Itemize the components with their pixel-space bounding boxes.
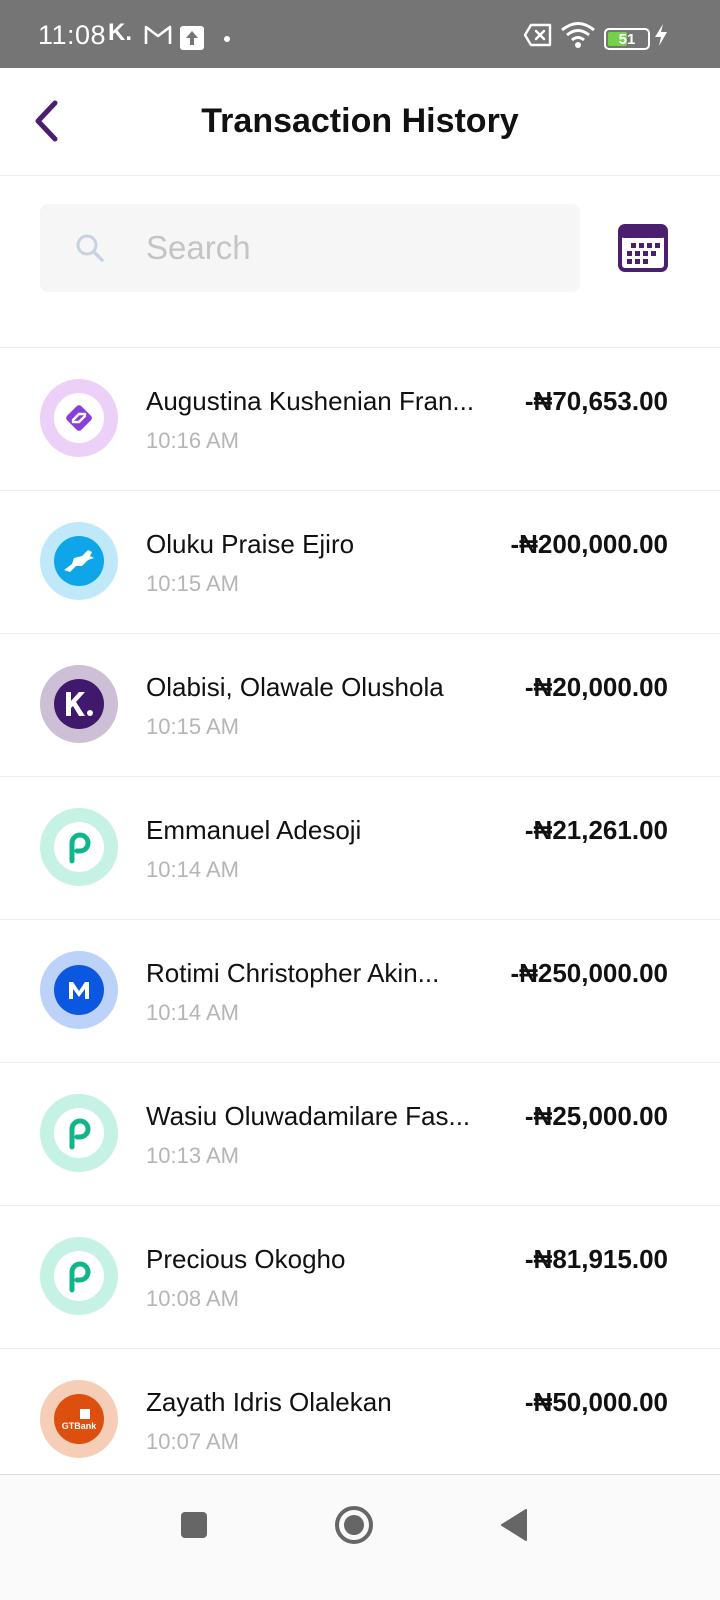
transaction-row[interactable]: Rotimi Christopher Akin... 10:14 AM -₦25… xyxy=(0,920,720,1063)
transaction-name: Rotimi Christopher Akin... xyxy=(146,958,440,988)
battery-icon: 51 xyxy=(604,28,650,50)
gtbank-logo-icon: GTBank xyxy=(40,1380,118,1458)
transaction-name: Oluku Praise Ejiro xyxy=(146,529,355,559)
transaction-time: 10:15 AM xyxy=(146,571,239,596)
transaction-time: 10:07 AM xyxy=(146,1429,239,1454)
palmpay-logo-icon xyxy=(40,1237,118,1315)
avatar-inner xyxy=(54,1251,104,1301)
calendar-icon xyxy=(618,224,668,272)
transaction-amount: -₦70,653.00 xyxy=(524,386,668,416)
transaction-time: 10:15 AM xyxy=(146,714,239,739)
transaction-row[interactable]: Oluku Praise Ejiro 10:15 AM -₦200,000.00 xyxy=(0,491,720,634)
home-icon xyxy=(335,1506,373,1544)
transaction-amount: -₦21,261.00 xyxy=(524,815,668,845)
page-title: Transaction History xyxy=(201,102,519,140)
app-header: Transaction History xyxy=(0,68,720,176)
transaction-name: Olabisi, Olawale Olushola xyxy=(146,672,444,702)
transaction-amount: -₦200,000.00 xyxy=(510,529,668,559)
transaction-time: 10:14 AM xyxy=(146,857,239,882)
avatar-inner: GTBank xyxy=(54,1394,104,1444)
recents-button[interactable] xyxy=(172,1503,216,1547)
search-bar[interactable] xyxy=(40,204,580,292)
bank-logo-purple-icon xyxy=(40,379,118,457)
transaction-row[interactable]: Wasiu Oluwadamilare Fas... 10:13 AM -₦25… xyxy=(0,1063,720,1206)
recents-icon xyxy=(181,1512,207,1538)
calendar-button[interactable] xyxy=(618,224,668,272)
avatar-inner xyxy=(54,393,104,443)
transaction-name: Wasiu Oluwadamilare Fas... xyxy=(146,1101,471,1131)
transaction-amount: -₦50,000.00 xyxy=(524,1387,668,1417)
transaction-row[interactable]: GTBank Zayath Idris Olalekan 10:07 AM -₦… xyxy=(0,1349,720,1492)
search-input[interactable] xyxy=(146,204,566,292)
battery-percent: 51 xyxy=(618,30,636,48)
transaction-time: 10:14 AM xyxy=(146,1000,239,1025)
palmpay-logo-icon xyxy=(40,808,118,886)
transaction-time: 10:13 AM xyxy=(146,1143,239,1168)
transaction-row[interactable]: Emmanuel Adesoji 10:14 AM -₦21,261.00 xyxy=(0,777,720,920)
sim-off-icon xyxy=(523,22,553,48)
status-bar: 11:08 K. 51 xyxy=(0,0,720,68)
search-icon xyxy=(76,234,104,262)
transaction-amount: -₦81,915.00 xyxy=(524,1244,668,1274)
gmail-icon xyxy=(144,22,172,48)
transaction-time: 10:08 AM xyxy=(146,1286,239,1311)
moniepoint-logo-icon xyxy=(40,951,118,1029)
transaction-amount: -₦25,000.00 xyxy=(524,1101,668,1131)
avatar-inner xyxy=(54,1108,104,1158)
upload-icon xyxy=(180,26,204,50)
charging-icon xyxy=(652,22,670,48)
gtbank-logo-text: GTBank xyxy=(61,1420,97,1431)
avatar-inner xyxy=(54,965,104,1015)
transaction-row[interactable]: Augustina Kushenian Fran... 10:16 AM -₦7… xyxy=(0,348,720,491)
dot-icon xyxy=(224,36,230,42)
transaction-row[interactable]: Precious Okogho 10:08 AM -₦81,915.00 xyxy=(0,1206,720,1349)
transaction-name: Precious Okogho xyxy=(146,1244,346,1274)
back-nav-button[interactable] xyxy=(492,1503,536,1547)
transaction-list: Augustina Kushenian Fran... 10:16 AM -₦7… xyxy=(0,348,720,1492)
palmpay-logo-icon xyxy=(40,1094,118,1172)
wifi-icon xyxy=(560,22,596,48)
home-button[interactable] xyxy=(332,1503,376,1547)
kuda-icon: K. xyxy=(108,19,132,46)
avatar-inner xyxy=(54,536,104,586)
transaction-amount: -₦250,000.00 xyxy=(510,958,668,988)
back-triangle-icon xyxy=(501,1509,527,1541)
avatar-inner xyxy=(54,822,104,872)
horse-logo-icon xyxy=(40,522,118,600)
avatar-inner xyxy=(54,679,104,729)
kuda-logo-icon xyxy=(40,665,118,743)
system-nav-bar xyxy=(0,1474,720,1600)
transaction-name: Zayath Idris Olalekan xyxy=(146,1387,392,1417)
transaction-time: 10:16 AM xyxy=(146,428,239,453)
transaction-amount: -₦20,000.00 xyxy=(524,672,668,702)
transaction-row[interactable]: Olabisi, Olawale Olushola 10:15 AM -₦20,… xyxy=(0,634,720,777)
transaction-name: Augustina Kushenian Fran... xyxy=(146,386,475,416)
status-time: 11:08 xyxy=(38,20,107,50)
transaction-name: Emmanuel Adesoji xyxy=(146,815,362,845)
